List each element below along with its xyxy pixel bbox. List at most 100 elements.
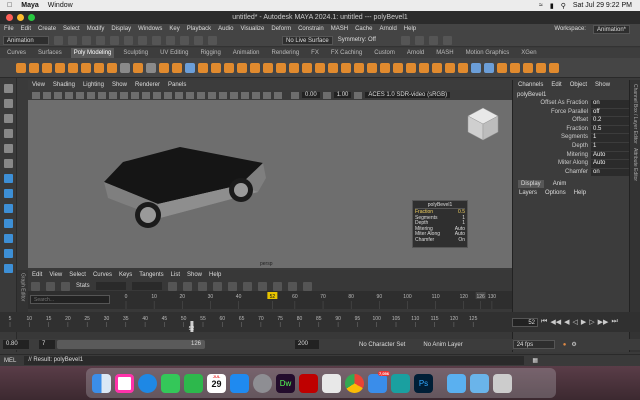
vmware-icon[interactable]	[322, 373, 341, 393]
channel-attr[interactable]: Offset As Fraction on	[513, 100, 629, 109]
time-slider-ruler[interactable]: 5 10 15 20 25 30 35 40 45 50 55 60 65 70 75 80 85 90 95 100…	[0, 312, 510, 332]
menu-select[interactable]: Select	[63, 26, 80, 32]
ge-menu-keys[interactable]: Keys	[119, 272, 132, 278]
camera-select-icon[interactable]	[32, 91, 40, 99]
poly-cylinder-icon[interactable]	[42, 62, 52, 73]
play-forwards-icon[interactable]: ▶	[581, 318, 586, 326]
three-panel-icon[interactable]	[3, 264, 13, 273]
attr-value[interactable]: 1	[591, 134, 629, 143]
super-shape-icon[interactable]	[120, 62, 130, 73]
exposure-field[interactable]: 1.00	[333, 92, 352, 98]
lasso-tool-icon[interactable]	[3, 99, 13, 108]
animation-end-field[interactable]: 200	[295, 340, 319, 349]
cb-menu-show[interactable]: Show	[595, 82, 610, 88]
ge-menu-show[interactable]: Show	[187, 272, 202, 278]
append-polygon-icon[interactable]	[328, 62, 338, 73]
frame-playback-icon[interactable]	[182, 281, 192, 291]
stats-field-2[interactable]	[131, 282, 162, 290]
cb-menu-object[interactable]: Object	[570, 82, 587, 88]
shelf-tab-motion-graphics[interactable]: Motion Graphics	[463, 48, 513, 58]
outliner-layout-icon[interactable]	[3, 234, 13, 243]
menu-display[interactable]: Display	[111, 26, 131, 32]
persp-outliner-icon[interactable]	[3, 204, 13, 213]
step-forward-key-icon[interactable]: ▶▶	[598, 318, 609, 326]
shadows-icon[interactable]	[208, 91, 216, 99]
redo-icon[interactable]	[110, 35, 119, 45]
merge-icon[interactable]	[341, 62, 351, 73]
xray-joints-icon[interactable]	[274, 91, 282, 99]
shelf-tab-mash[interactable]: MASH	[433, 48, 456, 58]
poly-sphere-icon[interactable]	[16, 62, 26, 73]
snap-curve-icon[interactable]	[180, 35, 189, 45]
attr-value[interactable]: on	[591, 168, 629, 178]
collapse-icon[interactable]	[354, 62, 364, 73]
safe-title-icon[interactable]	[142, 91, 150, 99]
select-component-icon[interactable]	[152, 35, 161, 45]
hud-row-value[interactable]: On	[458, 237, 465, 244]
shelf-tab-animation[interactable]: Animation	[230, 48, 263, 58]
unfold-icon[interactable]	[523, 62, 533, 73]
calendar-icon[interactable]: JUL 29	[207, 373, 226, 393]
character-set-select[interactable]: No Character Set	[359, 342, 405, 348]
insert-key-icon[interactable]	[46, 281, 55, 291]
photoshop-icon[interactable]: Ps	[414, 373, 433, 393]
channel-attr[interactable]: Offset 0.2	[513, 117, 629, 126]
channel-attr[interactable]: Miter Along Auto	[513, 160, 629, 169]
insert-edge-loop-icon[interactable]	[302, 62, 312, 73]
retopo-icon[interactable]	[471, 62, 481, 73]
extrude-icon[interactable]	[198, 62, 208, 73]
menu-help[interactable]: Help	[404, 26, 416, 32]
open-scene-icon[interactable]	[68, 35, 77, 45]
facetime-icon[interactable]	[184, 373, 203, 393]
vp-menu-shading[interactable]: Shading	[53, 82, 75, 88]
break-tangent-icon[interactable]	[287, 281, 297, 291]
gate-mask-icon[interactable]	[109, 91, 117, 99]
sweep-mesh-icon[interactable]	[133, 62, 143, 73]
current-frame-field[interactable]: 52	[512, 317, 538, 327]
graph-editor-ruler-svg[interactable]: 0 10 20 30 40 52 60 70 80 90 100 110 120 126 130	[120, 291, 510, 309]
shelf-tab-rendering[interactable]: Rendering	[268, 48, 302, 58]
side-tab-attribute-editor[interactable]: Attribute Editor	[632, 148, 638, 181]
history-icon[interactable]	[549, 62, 559, 73]
shelf-tab-fx[interactable]: FX	[308, 48, 322, 58]
go-to-start-icon[interactable]: ⏮	[541, 318, 547, 326]
menu-playback[interactable]: Playback	[187, 26, 211, 32]
unify-tangent-icon[interactable]	[302, 281, 312, 291]
shelf-tab-poly-modeling[interactable]: Poly Modeling	[70, 48, 115, 58]
gamma-icon[interactable]	[291, 91, 299, 99]
undo-icon[interactable]	[96, 35, 105, 45]
command-language[interactable]: MEL	[4, 358, 16, 364]
playback-start-field[interactable]: 7	[39, 340, 55, 349]
lattice-key-icon[interactable]	[61, 281, 70, 291]
layer-menu-options[interactable]: Options	[545, 190, 566, 196]
wireframe-icon[interactable]	[153, 91, 161, 99]
minimize-window-button[interactable]	[17, 14, 24, 21]
menu-create[interactable]: Create	[38, 26, 56, 32]
step-forward-frame-icon[interactable]: ▷	[589, 318, 594, 326]
layer-menu-help[interactable]: Help	[574, 190, 586, 196]
playback-options-icon[interactable]: ⚙	[571, 341, 576, 348]
single-view-icon[interactable]	[3, 174, 13, 183]
combine-icon[interactable]	[146, 62, 156, 73]
anti-alias-icon[interactable]	[241, 91, 249, 99]
outliner-search-input[interactable]	[30, 295, 110, 304]
separate-icon[interactable]	[159, 62, 169, 73]
smooth-shade-icon[interactable]	[164, 91, 172, 99]
channel-attr[interactable]: Mitering Auto	[513, 151, 629, 161]
linear-tangent-icon[interactable]	[227, 281, 237, 291]
menu-deform[interactable]: Deform	[271, 26, 291, 32]
messages-icon[interactable]	[161, 373, 180, 393]
film-gate-icon[interactable]	[87, 91, 95, 99]
poly-disc-icon[interactable]	[94, 62, 104, 73]
circularize-icon[interactable]	[380, 62, 390, 73]
shelf-tab-uv-editing[interactable]: UV Editing	[157, 48, 191, 58]
wireframe-on-shaded-icon[interactable]	[175, 91, 183, 99]
move-key-icon[interactable]	[31, 281, 40, 291]
paint-select-icon[interactable]	[3, 114, 13, 123]
safe-action-icon[interactable]	[131, 91, 139, 99]
ambient-occlusion-icon[interactable]	[219, 91, 227, 99]
auto-key-icon[interactable]: ●	[563, 342, 567, 348]
stats-field-1[interactable]	[95, 282, 126, 290]
poly-plane-icon[interactable]	[81, 62, 91, 73]
hud-row[interactable]: Chamfer On	[415, 237, 465, 244]
